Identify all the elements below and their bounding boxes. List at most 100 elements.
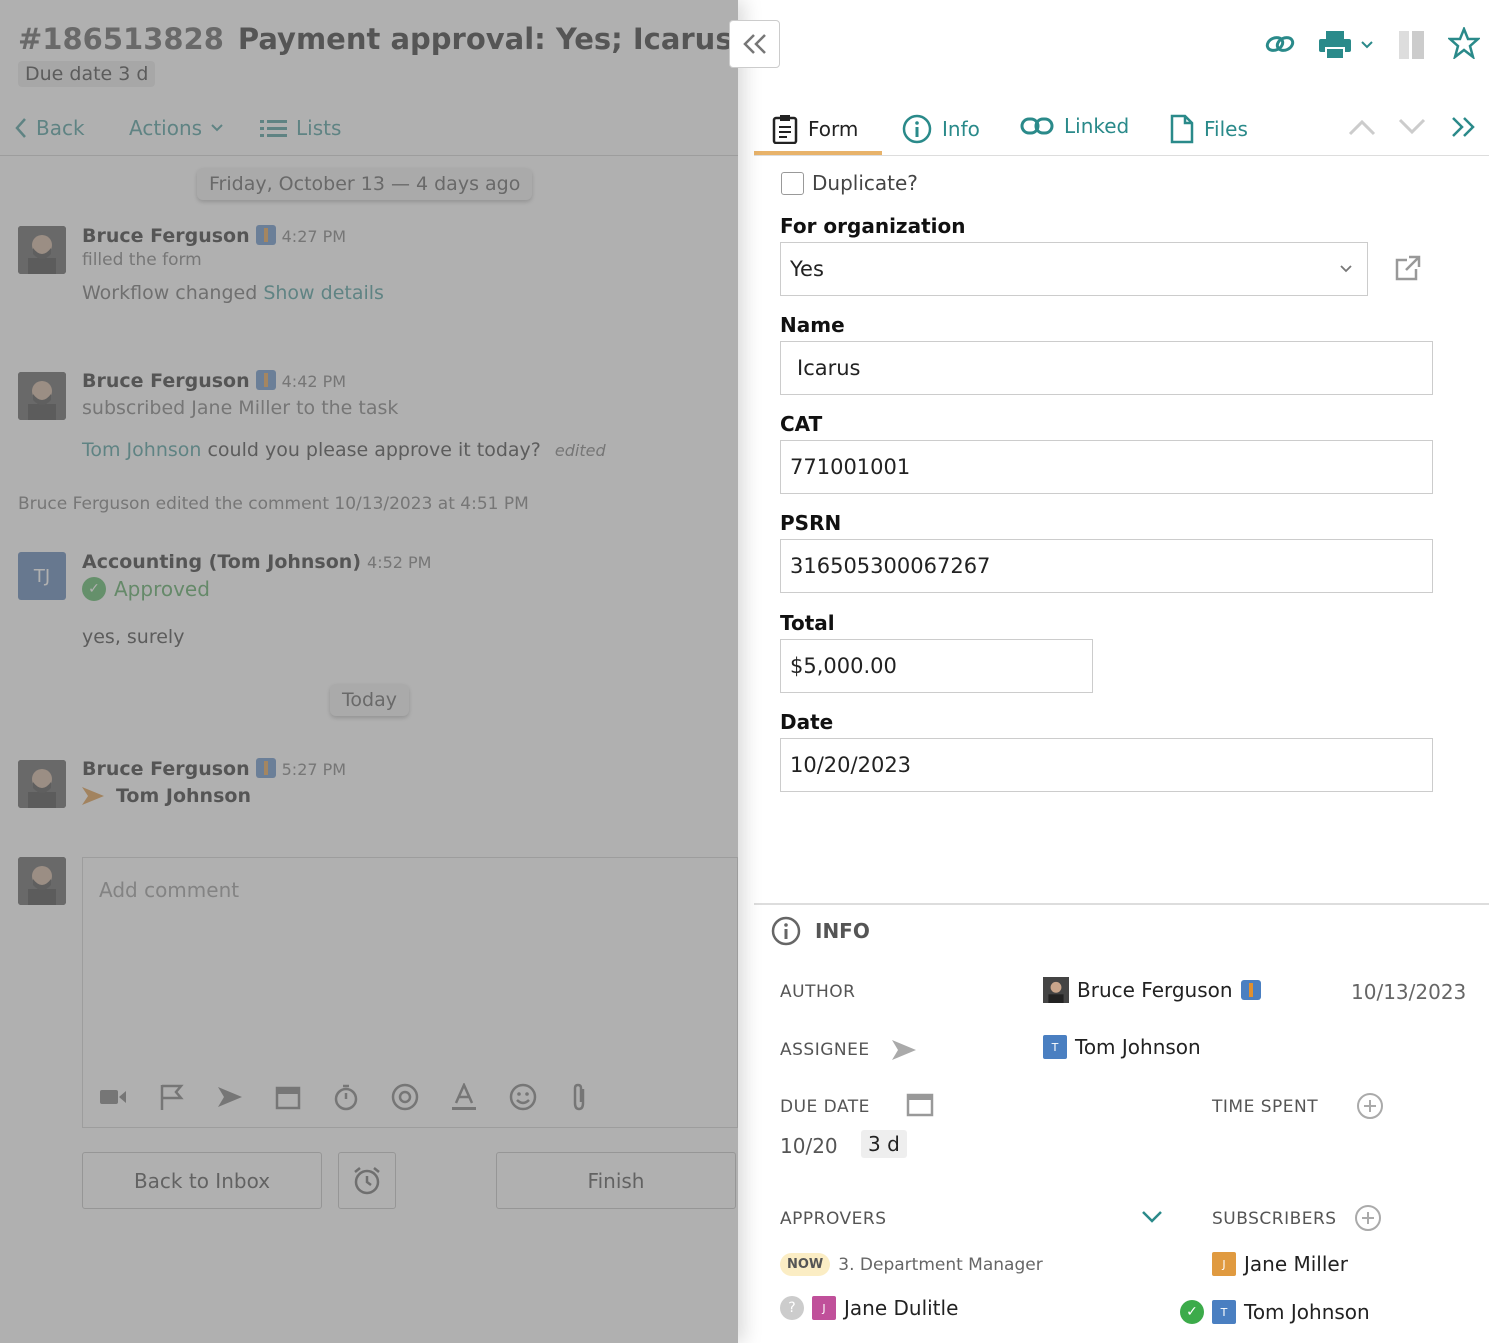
chevron-down-icon <box>1398 118 1426 135</box>
event-time: 5:27 PM <box>281 760 347 779</box>
cat-label: CAT <box>780 412 823 436</box>
double-chevron-right-icon <box>1452 117 1475 137</box>
tab-files-label: Files <box>1204 117 1248 141</box>
event-author[interactable]: Bruce Ferguson 5:27 PM <box>82 758 346 780</box>
paperclip-icon[interactable] <box>569 1083 589 1111</box>
approval-step: NOW 3. Department Manager <box>780 1253 1043 1276</box>
date-input[interactable]: 10/20/2023 <box>780 738 1433 792</box>
avatar[interactable] <box>18 372 66 420</box>
duplicate-label: Duplicate? <box>812 171 918 195</box>
prev-task-button[interactable] <box>1348 118 1376 140</box>
name-label: Name <box>780 313 845 337</box>
check-circle-icon: ✓ <box>1180 1300 1204 1324</box>
emoji-icon[interactable] <box>509 1083 537 1111</box>
video-icon[interactable] <box>99 1087 127 1107</box>
approver-person[interactable]: ? J Jane Dulitle <box>780 1296 958 1320</box>
tabs-divider <box>754 155 1489 156</box>
cat-input[interactable]: 771001001 <box>780 440 1433 494</box>
link-icon <box>1020 117 1054 135</box>
time-spent-label: TIME SPENT <box>1212 1097 1319 1117</box>
back-to-inbox-button[interactable]: Back to Inbox <box>82 1152 322 1209</box>
print-menu[interactable] <box>1318 30 1374 60</box>
snooze-button[interactable] <box>338 1152 396 1209</box>
calendar-icon[interactable] <box>275 1084 301 1110</box>
favorite-button[interactable] <box>1446 25 1482 63</box>
add-time-button[interactable] <box>1356 1092 1384 1124</box>
org-select[interactable]: Yes <box>780 242 1368 296</box>
flag-icon[interactable] <box>159 1083 185 1111</box>
clipboard-icon <box>772 115 798 144</box>
event-author[interactable]: Bruce Ferguson 4:27 PM <box>82 225 346 247</box>
approvers-toggle[interactable] <box>1141 1209 1163 1229</box>
stopwatch-icon[interactable] <box>333 1083 359 1111</box>
actions-menu[interactable]: Actions <box>129 116 224 140</box>
at-mention-icon[interactable] <box>391 1083 419 1111</box>
chevron-up-icon <box>1348 119 1376 136</box>
assignee-label-row: ASSIGNEE <box>780 1040 916 1060</box>
total-label: Total <box>780 611 835 635</box>
show-details-link[interactable]: Show details <box>263 282 384 304</box>
workflow-change-line: Workflow changed Show details <box>82 282 384 304</box>
open-org-button[interactable] <box>1394 254 1422 286</box>
duplicate-checkbox[interactable]: Duplicate? <box>781 171 918 195</box>
plus-circle-icon <box>1357 1093 1383 1119</box>
avatar-initials[interactable]: TJ <box>18 552 66 600</box>
psrn-input[interactable]: 316505300067267 <box>780 539 1433 593</box>
check-circle-icon: ✓ <box>82 577 106 601</box>
subscribers-label: SUBSCRIBERS <box>1212 1209 1337 1229</box>
user-photo-icon <box>1043 977 1069 1003</box>
task-number: #186513828 <box>18 22 224 56</box>
pending-question-icon: ? <box>780 1296 804 1320</box>
name-input[interactable]: Icarus <box>780 341 1433 395</box>
author-person[interactable]: Bruce Ferguson <box>1043 977 1261 1003</box>
org-label: For organization <box>780 214 966 238</box>
total-input[interactable]: $5,000.00 <box>780 639 1093 693</box>
send-arrow-icon[interactable] <box>217 1086 243 1108</box>
tab-form[interactable]: Form <box>772 114 858 144</box>
employee-badge-icon <box>1240 980 1261 1000</box>
comment-text: Tom Johnson could you please approve it … <box>82 439 606 461</box>
set-due-date-button[interactable] <box>906 1091 934 1121</box>
date-separator: Friday, October 13 — 4 days ago <box>197 168 533 200</box>
avatar-initial: T <box>1043 1035 1067 1059</box>
tab-linked[interactable]: Linked <box>1020 114 1129 138</box>
next-task-button[interactable] <box>1398 118 1426 140</box>
text-format-icon[interactable] <box>451 1083 477 1111</box>
avatar[interactable] <box>18 226 66 274</box>
due-date-badge: Due date 3 d <box>18 61 156 87</box>
expand-right-button[interactable] <box>1450 116 1476 142</box>
due-date-value[interactable]: 10/20 <box>780 1134 838 1158</box>
avatar[interactable] <box>18 760 66 808</box>
tab-form-label: Form <box>808 117 859 141</box>
split-view-button[interactable] <box>1398 30 1426 64</box>
add-subscriber-button[interactable] <box>1354 1204 1382 1236</box>
info-circle-icon <box>771 916 801 946</box>
approver-name: Jane Dulitle <box>844 1296 959 1320</box>
tab-files[interactable]: Files <box>1170 114 1248 144</box>
event-author[interactable]: Bruce Ferguson 4:42 PM <box>82 370 346 392</box>
mention-link[interactable]: Tom Johnson <box>82 439 201 461</box>
finish-button[interactable]: Finish <box>496 1152 736 1209</box>
copy-link-button[interactable] <box>1264 30 1296 62</box>
tab-info[interactable]: Info <box>902 114 980 144</box>
comment-input[interactable]: Add comment <box>99 878 239 902</box>
assignee-person[interactable]: T Tom Johnson <box>1043 1035 1201 1059</box>
comment-composer[interactable]: Add comment <box>82 857 738 1128</box>
author-date: 10/13/2023 <box>1351 980 1467 1004</box>
lists-label: Lists <box>296 116 342 140</box>
lists-button[interactable]: Lists <box>260 116 341 140</box>
event-time: 4:52 PM <box>367 553 432 572</box>
page-title: #186513828 Payment approval: Yes; Icarus <box>18 22 733 56</box>
subscriber-person[interactable]: ✓ T Tom Johnson <box>1180 1300 1370 1324</box>
subscriber-name: Tom Johnson <box>1244 1300 1370 1324</box>
collapse-left-button[interactable] <box>729 20 780 68</box>
subscriber-person[interactable]: J Jane Miller <box>1212 1252 1348 1276</box>
chevron-down-icon <box>1361 41 1373 49</box>
checkbox-box[interactable] <box>781 171 804 195</box>
chevron-down-icon <box>1142 1211 1162 1223</box>
composer-toolbar <box>99 1083 589 1111</box>
avatar-initial: T <box>1212 1300 1236 1324</box>
event-author[interactable]: Accounting (Tom Johnson) 4:52 PM <box>82 551 431 573</box>
user-photo-icon <box>18 857 66 905</box>
back-button[interactable]: Back <box>14 116 85 140</box>
